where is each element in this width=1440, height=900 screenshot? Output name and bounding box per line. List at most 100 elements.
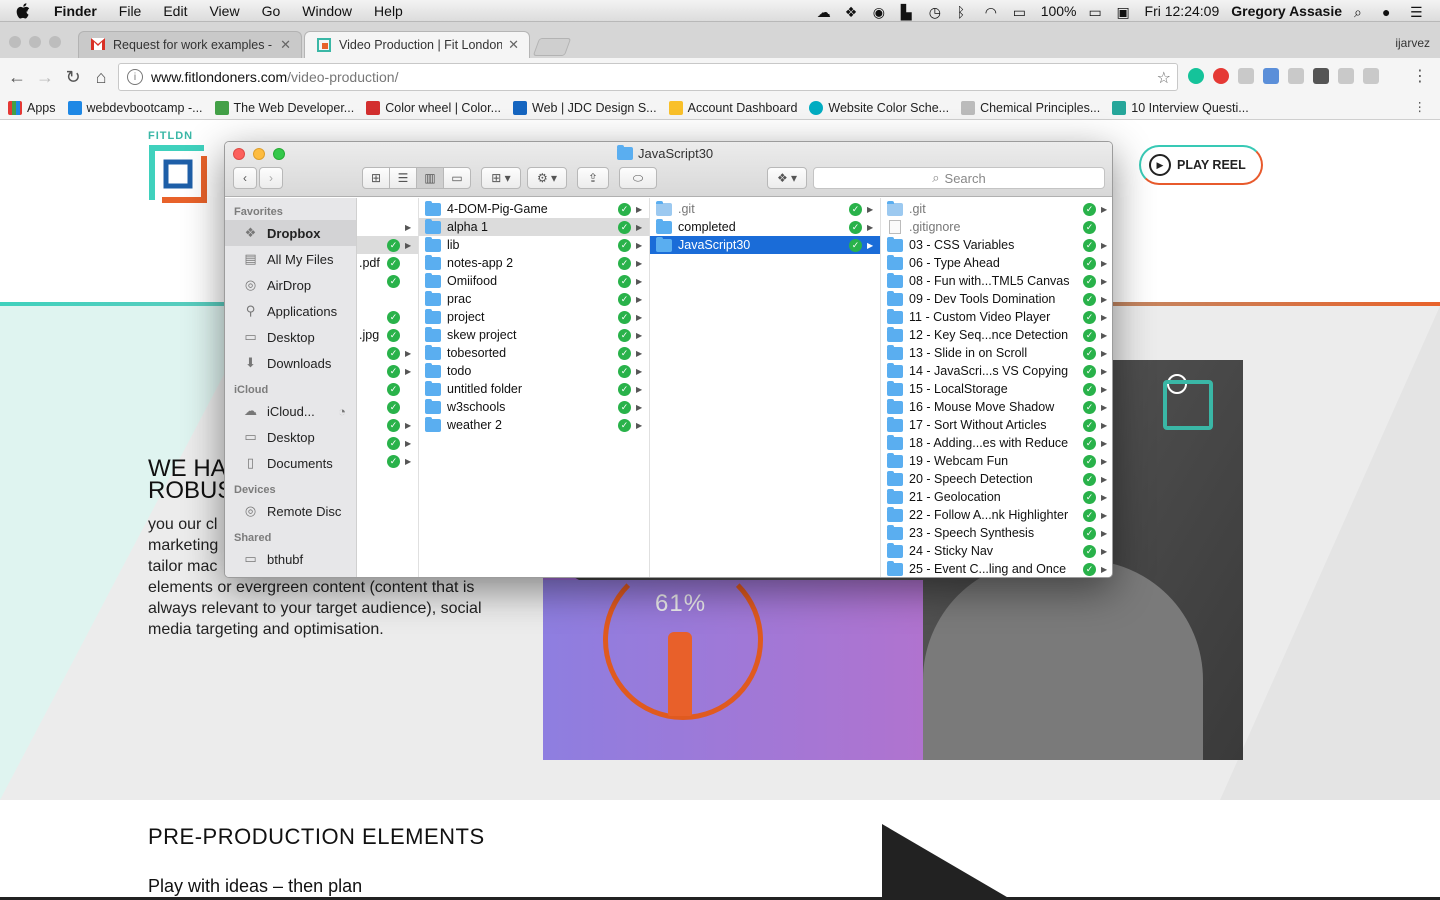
sidebar-item-airdrop[interactable]: ◎ AirDrop — [225, 272, 356, 298]
new-tab-button[interactable] — [532, 38, 572, 56]
bookmarks-overflow-icon[interactable]: ⋮ — [1414, 99, 1427, 114]
bookmark-star-icon[interactable]: ☆ — [1157, 68, 1171, 88]
window-minimize-button[interactable] — [29, 36, 41, 48]
folder-row[interactable]: 23 - Speech Synthesis ✓ ▶ — [881, 524, 1112, 542]
tab-close-icon[interactable]: ✕ — [508, 37, 519, 53]
sidebar-item-desktop[interactable]: ▭ Desktop — [225, 324, 356, 350]
folder-row[interactable]: tobesorted ✓ ▶ — [419, 344, 649, 362]
sidebar-item-icloud-drive[interactable]: ☁ iCloud... ◔ — [225, 398, 356, 424]
extension-red-icon[interactable] — [1213, 68, 1229, 84]
view-columns-button[interactable]: ▥ — [416, 167, 444, 189]
bookmark-webdevbootcamp[interactable]: webdevbootcamp -... — [67, 100, 203, 115]
view-list-button[interactable]: ☰ — [389, 167, 417, 189]
finder-close-button[interactable] — [233, 148, 245, 160]
extension-box-icon[interactable] — [1338, 68, 1354, 84]
folder-row[interactable]: 19 - Webcam Fun ✓ ▶ — [881, 452, 1112, 470]
finder-minimize-button[interactable] — [253, 148, 265, 160]
folder-row[interactable]: prac ✓ ▶ — [419, 290, 649, 308]
bookmark-jdc-design[interactable]: Web | JDC Design S... — [513, 100, 657, 115]
folder-row[interactable]: w3schools ✓ ▶ — [419, 398, 649, 416]
spotlight-icon[interactable]: ⌕ — [1354, 4, 1370, 20]
apple-menu-icon[interactable] — [16, 0, 36, 22]
sidebar-item-shared-host[interactable]: ▭ bthubf — [225, 546, 356, 572]
siri-icon[interactable]: ● — [1382, 4, 1398, 20]
sidebar-item-icloud-desktop[interactable]: ▭ Desktop — [225, 424, 356, 450]
bluetooth-icon[interactable]: ᛒ — [957, 4, 973, 20]
bookmark-interview-questions[interactable]: 10 Interview Questi... — [1112, 100, 1249, 115]
file-row[interactable]: ✓ ▶ — [357, 236, 418, 254]
folder-row[interactable]: project ✓ ▶ — [419, 308, 649, 326]
folder-row[interactable]: 03 - CSS Variables ✓ ▶ — [881, 236, 1112, 254]
window-close-button[interactable] — [9, 36, 21, 48]
file-row[interactable] — [357, 200, 418, 218]
file-row[interactable]: ▶ — [357, 218, 418, 236]
menu-window[interactable]: Window — [302, 3, 352, 19]
bookmark-account-dashboard[interactable]: Account Dashboard — [668, 100, 797, 115]
finder-forward-button[interactable]: › — [259, 167, 283, 189]
view-coverflow-button[interactable]: ▭ — [443, 167, 471, 189]
menu-finder[interactable]: Finder — [54, 3, 97, 19]
file-row[interactable]: ✓ — [357, 380, 418, 398]
play-reel-button[interactable]: ▶ PLAY REEL — [1139, 145, 1263, 185]
folder-row[interactable]: completed ✓ ▶ — [650, 218, 880, 236]
chrome-menu-icon[interactable]: ⋮ — [1412, 66, 1428, 86]
jetbrains-icon[interactable] — [1313, 68, 1329, 84]
file-row[interactable]: ✓ ▶ — [357, 416, 418, 434]
menu-edit[interactable]: Edit — [163, 3, 187, 19]
menu-help[interactable]: Help — [374, 3, 403, 19]
tab-gmail[interactable]: Request for work examples - G ✕ — [78, 31, 302, 58]
bookmark-chemical-principles[interactable]: Chemical Principles... — [961, 100, 1100, 115]
address-bar[interactable]: i www.fitlondoners.com/video-production/… — [118, 63, 1178, 91]
folder-row[interactable]: todo ✓ ▶ — [419, 362, 649, 380]
file-row[interactable]: .pdf ✓ — [357, 254, 418, 272]
extension-grid-icon[interactable] — [1288, 68, 1304, 84]
profile-name[interactable]: ijarvez — [1395, 36, 1430, 50]
time-machine-icon[interactable]: ◷ — [929, 4, 945, 20]
action-gear-button[interactable]: ⚙ ▾ — [527, 167, 567, 189]
file-row[interactable]: ✓ ▶ — [357, 362, 418, 380]
file-row[interactable]: .jpg ✓ — [357, 326, 418, 344]
folder-row[interactable]: 17 - Sort Without Articles ✓ ▶ — [881, 416, 1112, 434]
folder-row[interactable]: 13 - Slide in on Scroll ✓ ▶ — [881, 344, 1112, 362]
grammarly-icon[interactable] — [1188, 68, 1204, 84]
folder-row[interactable]: 08 - Fun with...TML5 Canvas ✓ ▶ — [881, 272, 1112, 290]
folder-row[interactable]: .git ✓ ▶ — [650, 200, 880, 218]
dropbox-ext-icon[interactable] — [1363, 68, 1379, 84]
folder-row[interactable]: .git ✓ ▶ — [881, 200, 1112, 218]
bookmark-apps[interactable]: Apps — [8, 100, 56, 115]
folder-row[interactable]: lib ✓ ▶ — [419, 236, 649, 254]
menu-go[interactable]: Go — [262, 3, 281, 19]
file-row[interactable]: ✓ — [357, 308, 418, 326]
sidebar-item-dropbox[interactable]: ❖ Dropbox — [225, 220, 356, 246]
file-row[interactable]: ✓ ▶ — [357, 452, 418, 470]
share-button[interactable]: ⇪ — [577, 167, 609, 189]
window-manager-icon[interactable]: ▙ — [901, 4, 917, 20]
tags-button[interactable]: ⬭ — [619, 167, 657, 189]
site-logo[interactable]: FITLDN — [148, 130, 208, 204]
folder-row[interactable]: skew project ✓ ▶ — [419, 326, 649, 344]
bookmark-web-developer[interactable]: The Web Developer... — [214, 100, 354, 115]
input-source-icon[interactable]: ▣ — [1117, 4, 1133, 20]
cloud-sync-icon[interactable]: ☁ — [817, 4, 833, 20]
file-row[interactable]: ✓ ▶ — [357, 434, 418, 452]
finder-zoom-button[interactable] — [273, 148, 285, 160]
battery-percent[interactable]: 100% — [1041, 3, 1077, 19]
file-row[interactable]: ✓ — [357, 398, 418, 416]
folder-row[interactable]: 21 - Geolocation ✓ ▶ — [881, 488, 1112, 506]
finder-back-button[interactable]: ‹ — [233, 167, 257, 189]
battery-icon[interactable]: ▭ — [1089, 4, 1105, 20]
folder-row[interactable]: untitled folder ✓ ▶ — [419, 380, 649, 398]
folder-row[interactable]: weather 2 ✓ ▶ — [419, 416, 649, 434]
folder-row[interactable]: 20 - Speech Detection ✓ ▶ — [881, 470, 1112, 488]
extension-braces-icon[interactable] — [1238, 68, 1254, 84]
reload-icon[interactable]: ↻ — [62, 66, 84, 88]
folder-row[interactable]: 16 - Mouse Move Shadow ✓ ▶ — [881, 398, 1112, 416]
folder-row[interactable]: 14 - JavaScri...s VS Copying ✓ ▶ — [881, 362, 1112, 380]
folder-row[interactable]: 24 - Sticky Nav ✓ ▶ — [881, 542, 1112, 560]
arrange-button[interactable]: ⊞ ▾ — [481, 167, 521, 189]
folder-row[interactable]: Omiifood ✓ ▶ — [419, 272, 649, 290]
file-row[interactable]: .gitignore ✓ — [881, 218, 1112, 236]
folder-row[interactable]: JavaScript30 ✓ ▶ — [650, 236, 880, 254]
sidebar-item-remote-disc[interactable]: ◎ Remote Disc — [225, 498, 356, 524]
dropbox-menu-button[interactable]: ❖ ▾ — [767, 167, 807, 189]
